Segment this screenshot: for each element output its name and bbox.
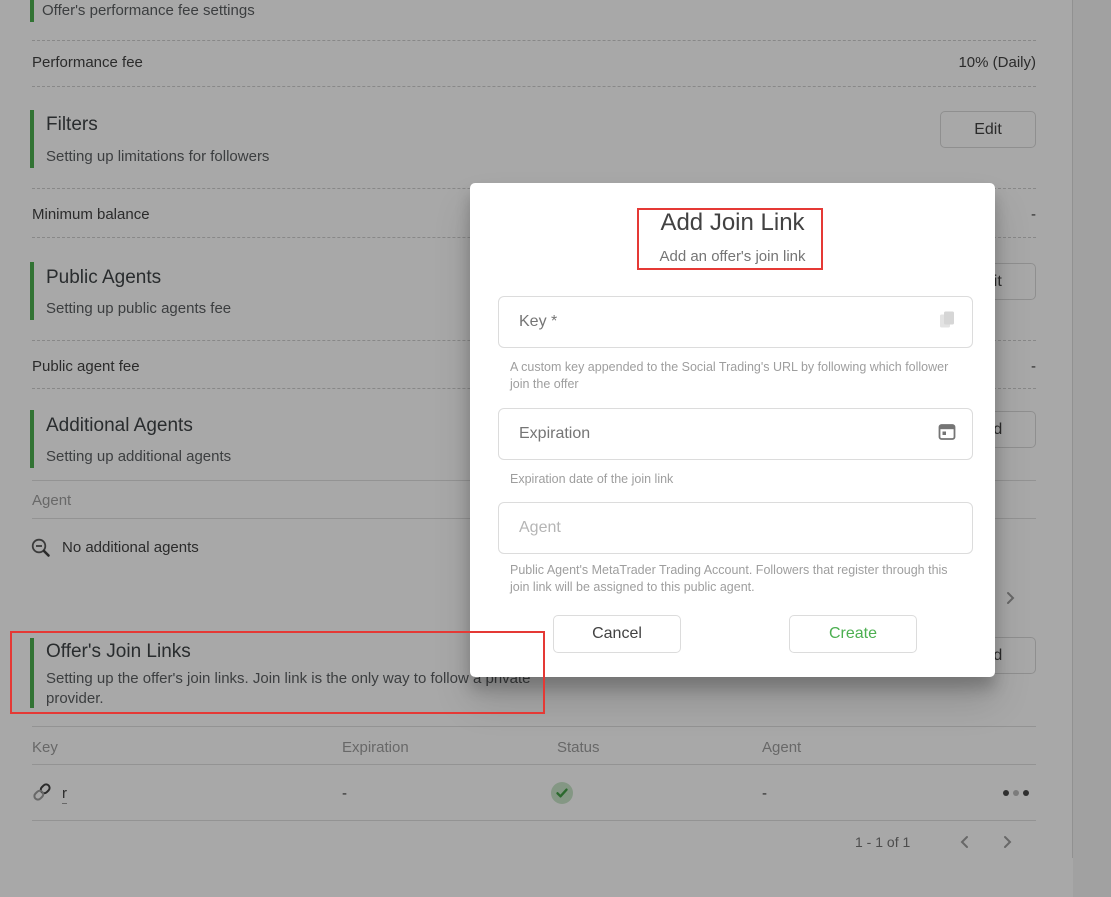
annotation-box-modal-title: [637, 208, 823, 270]
agent-helper-text: Public Agent's MetaTrader Trading Accoun…: [510, 563, 948, 594]
key-helper-text: A custom key appended to the Social Trad…: [510, 360, 949, 391]
key-input[interactable]: [498, 296, 973, 348]
expiration-input[interactable]: [498, 408, 973, 460]
copy-icon[interactable]: [937, 310, 957, 335]
expiration-field-wrapper: [498, 408, 973, 460]
calendar-icon[interactable]: [937, 422, 957, 447]
annotation-box-join-links-section: [10, 631, 545, 714]
app-window: Offer's performance fee settings Perform…: [0, 0, 1111, 897]
agent-field-wrapper: [498, 502, 973, 554]
create-button[interactable]: Create: [789, 615, 917, 653]
cancel-button[interactable]: Cancel: [553, 615, 681, 653]
key-field-wrapper: [498, 296, 973, 348]
agent-input[interactable]: [498, 502, 973, 554]
expiration-helper-text: Expiration date of the join link: [510, 472, 674, 486]
